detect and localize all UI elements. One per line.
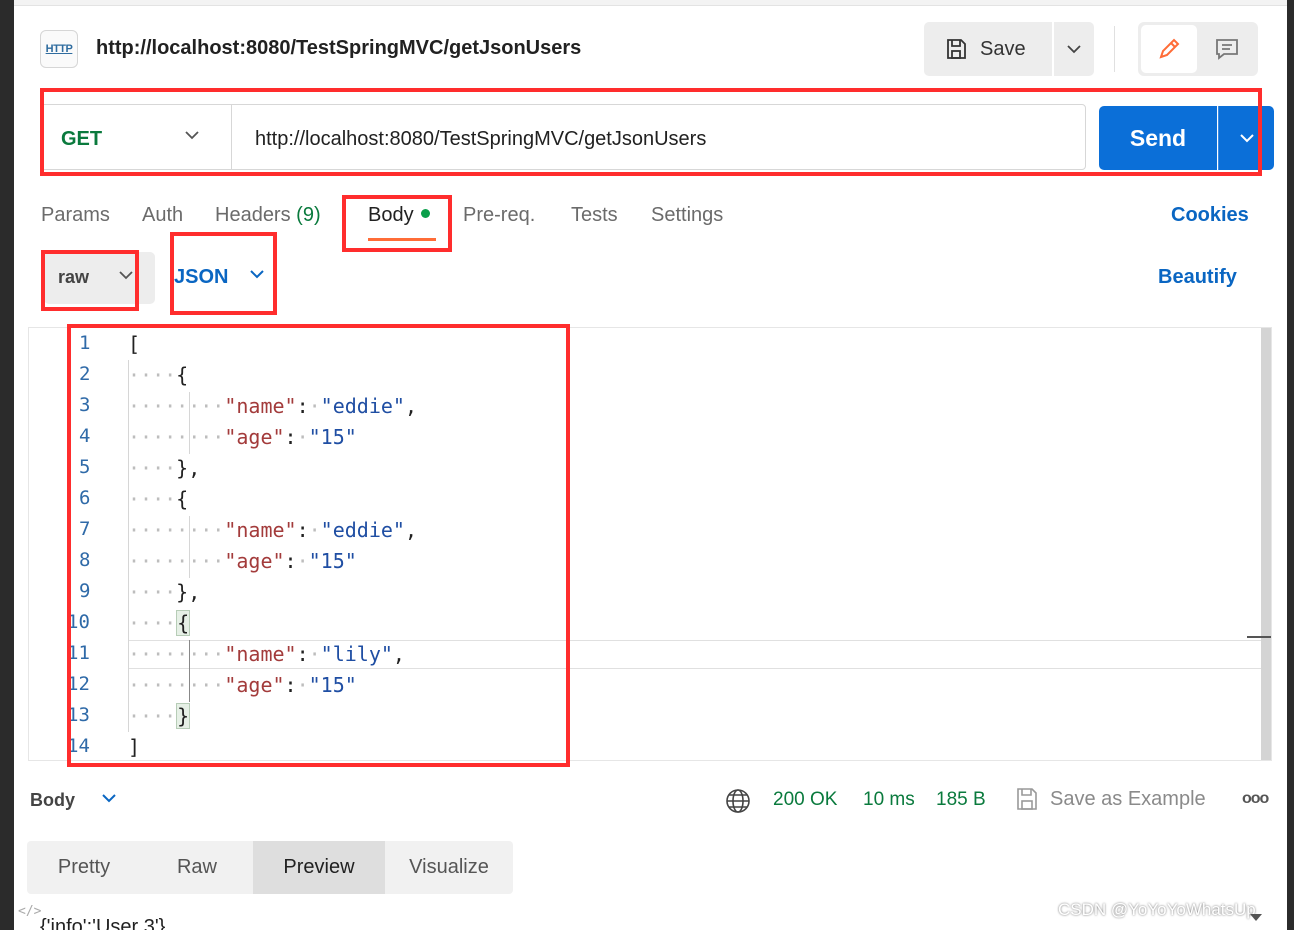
view-tab-preview[interactable]: Preview	[253, 841, 385, 894]
annotation-box-url	[40, 88, 1262, 176]
annotation-box-raw	[41, 250, 139, 311]
comments-button[interactable]	[1198, 25, 1255, 73]
beautify-button[interactable]: Beautify	[1158, 266, 1237, 289]
tab-auth[interactable]: Auth	[142, 204, 183, 227]
view-tab-raw[interactable]: Raw	[141, 841, 253, 894]
response-time[interactable]: 10 ms	[863, 789, 915, 811]
tab-headers-label: Headers	[215, 204, 291, 226]
status-code[interactable]: 200 OK	[773, 789, 837, 811]
tab-settings[interactable]: Settings	[651, 204, 723, 227]
save-as-example-button[interactable]: Save as Example	[1014, 786, 1206, 812]
tab-headers[interactable]: Headers (9)	[215, 204, 321, 227]
annotation-box-body-tab	[342, 195, 452, 252]
annotation-box-json	[170, 232, 277, 315]
save-as-example-label: Save as Example	[1050, 787, 1206, 810]
chevron-down-icon[interactable]	[100, 792, 118, 804]
scrollbar-cursor-marker	[1247, 636, 1271, 638]
editor-scrollbar[interactable]	[1261, 328, 1271, 760]
pencil-icon	[1159, 38, 1180, 59]
save-icon	[947, 39, 966, 59]
request-title[interactable]: http://localhost:8080/TestSpringMVC/getJ…	[96, 37, 581, 60]
tab-strip	[14, 0, 1287, 6]
cookies-link[interactable]: Cookies	[1171, 204, 1249, 227]
edit-mode-button[interactable]	[1141, 25, 1197, 73]
http-icon: HTTP	[40, 30, 78, 68]
view-tab-visualize[interactable]: Visualize	[385, 841, 513, 894]
response-view-tabs: Pretty Raw Preview Visualize	[27, 841, 513, 894]
tab-params[interactable]: Params	[41, 204, 110, 227]
response-size[interactable]: 185 B	[936, 789, 986, 811]
tab-prereq[interactable]: Pre-req.	[463, 204, 535, 227]
view-tab-pretty[interactable]: Pretty	[27, 841, 141, 894]
response-body-label[interactable]: Body	[30, 790, 75, 811]
watermark: CSDN @YoYoYoWhatsUp	[1058, 900, 1256, 919]
headers-count: (9)	[296, 204, 321, 226]
chevron-down-icon	[1067, 45, 1081, 54]
annotation-box-editor	[67, 324, 570, 767]
save-example-icon	[1017, 788, 1037, 810]
response-preview-text: {'info':'User 3'}	[40, 916, 166, 930]
divider	[1114, 26, 1115, 72]
more-options-button[interactable]: ooo	[1242, 790, 1269, 808]
save-button[interactable]: Save	[924, 22, 1052, 76]
save-label: Save	[980, 37, 1026, 60]
http-icon-label: HTTP	[45, 43, 73, 55]
globe-icon[interactable]	[725, 788, 751, 814]
scroll-down-arrow-icon[interactable]	[1250, 914, 1262, 921]
comment-icon	[1215, 39, 1238, 60]
save-options-button[interactable]	[1054, 22, 1094, 76]
tab-tests[interactable]: Tests	[571, 204, 618, 227]
mode-toggle	[1138, 22, 1258, 76]
code-icon: </>	[18, 904, 42, 919]
